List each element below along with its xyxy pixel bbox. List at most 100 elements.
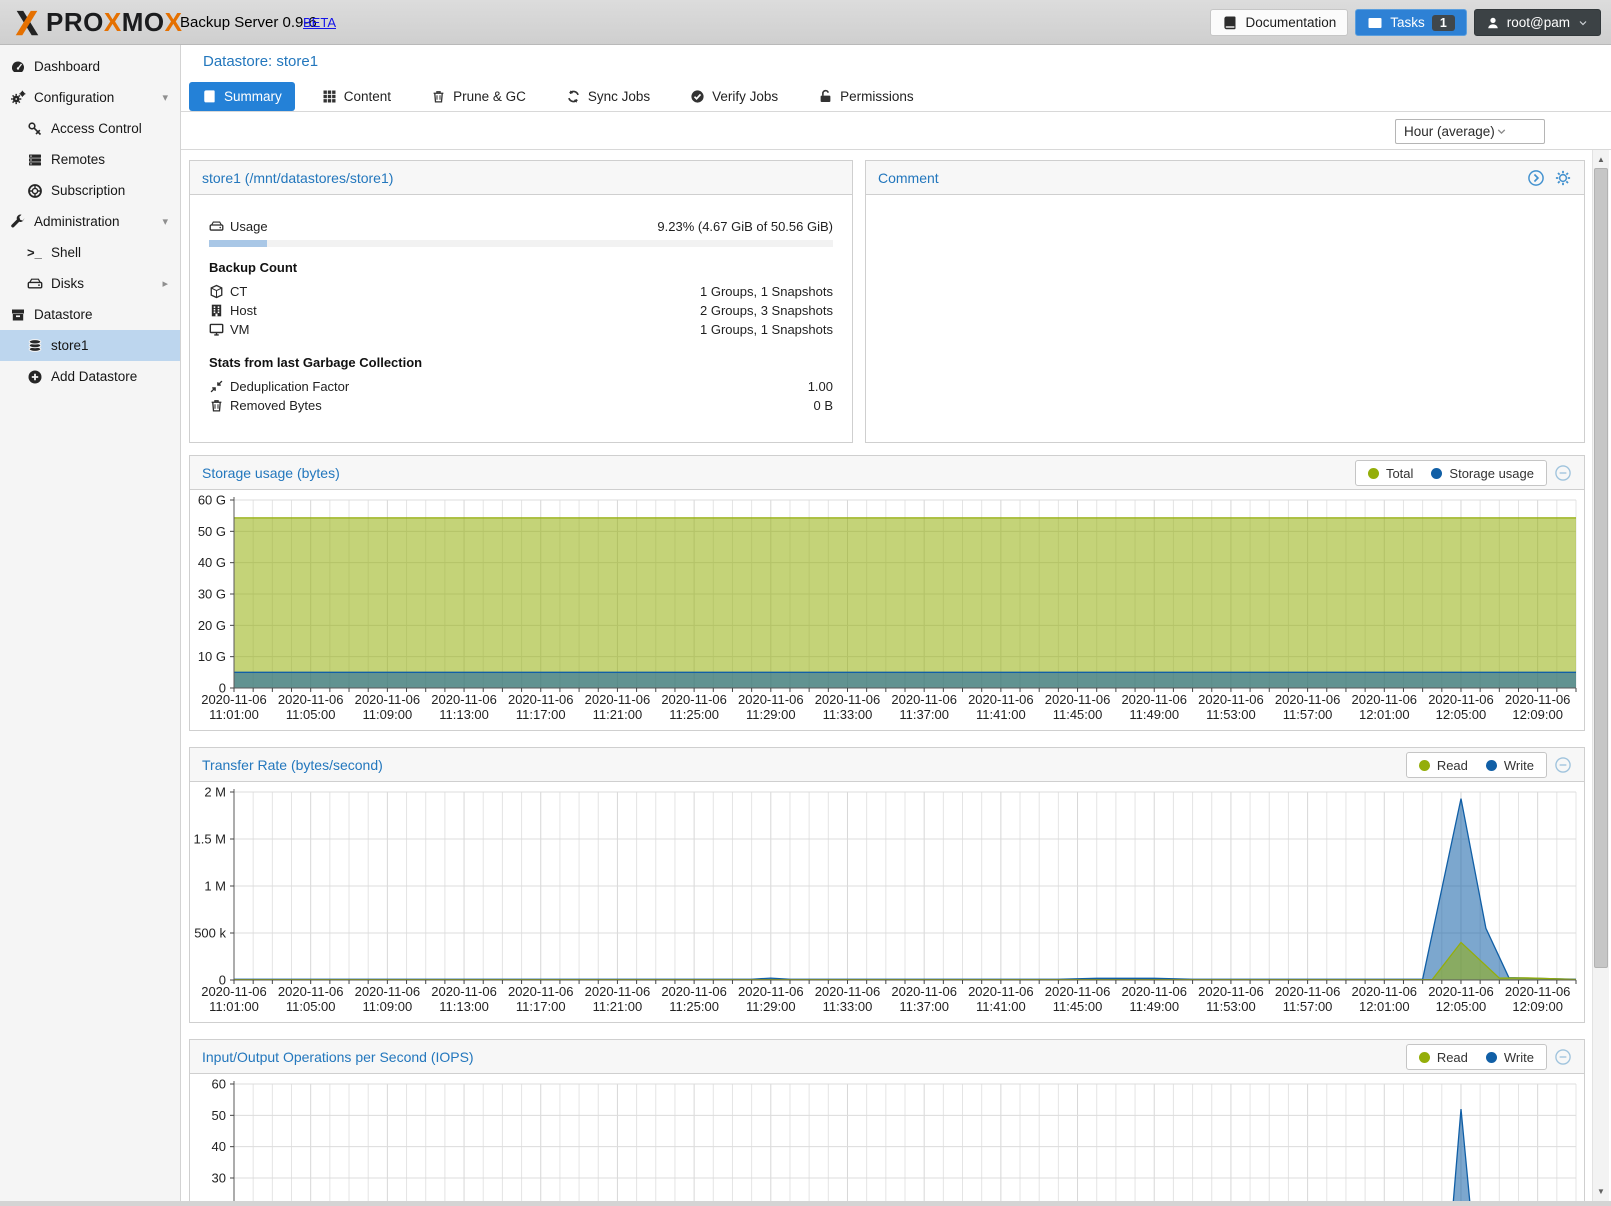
- time-range-select[interactable]: Hour (average): [1395, 119, 1545, 144]
- brand-text: PROXMOX: [46, 7, 182, 38]
- svg-text:2020-11-06: 2020-11-06: [1045, 692, 1111, 707]
- svg-text:11:25:00: 11:25:00: [669, 707, 719, 722]
- usage-label: Usage: [230, 219, 268, 234]
- svg-text:2020-11-06: 2020-11-06: [891, 692, 957, 707]
- svg-text:2020-11-06: 2020-11-06: [815, 984, 881, 999]
- svg-text:500 k: 500 k: [194, 926, 226, 941]
- collapse-chart-button[interactable]: [1554, 464, 1572, 482]
- svg-text:2020-11-06: 2020-11-06: [431, 692, 497, 707]
- tab-content[interactable]: Content: [309, 82, 404, 111]
- svg-text:11:53:00: 11:53:00: [1206, 707, 1256, 722]
- proxmox-logo: PROXMOX: [12, 7, 182, 38]
- legend-item-write[interactable]: Write: [1486, 758, 1534, 773]
- tasks-count-badge: 1: [1432, 15, 1455, 31]
- row-label: Deduplication Factor: [230, 379, 349, 394]
- minus-circle-icon: [1554, 1048, 1572, 1066]
- sidebar-item-access-control[interactable]: Access Control: [0, 113, 180, 144]
- hdd-icon: [209, 219, 224, 234]
- legend-item-read[interactable]: Read: [1419, 1050, 1468, 1065]
- transfer-chart-plot: 2020-11-0611:01:002020-11-0611:05:002020…: [190, 782, 1584, 1022]
- sidebar-item-label: Add Datastore: [51, 369, 137, 384]
- sidebar-item-dashboard[interactable]: Dashboard: [0, 51, 180, 82]
- documentation-button[interactable]: Documentation: [1210, 9, 1348, 36]
- sidebar-item-disks[interactable]: Disks▸: [0, 268, 180, 299]
- comment-settings-button[interactable]: [1554, 169, 1572, 187]
- row-label: CT: [230, 284, 247, 299]
- svg-text:11:41:00: 11:41:00: [976, 707, 1026, 722]
- backup-count-row-vm: VM1 Groups, 1 Snapshots: [209, 320, 833, 339]
- key-icon: [27, 121, 43, 137]
- sidebar-item-label: Dashboard: [34, 59, 100, 74]
- sidebar-item-remotes[interactable]: Remotes: [0, 144, 180, 175]
- svg-text:11:49:00: 11:49:00: [1129, 999, 1179, 1014]
- svg-text:2 M: 2 M: [204, 785, 226, 800]
- svg-text:11:13:00: 11:13:00: [439, 999, 489, 1014]
- sidebar-item-label: Configuration: [34, 90, 114, 105]
- scrollbar-down-arrow[interactable]: ▼: [1593, 1184, 1609, 1200]
- tab-prune-gc[interactable]: Prune & GC: [418, 82, 539, 111]
- usage-progress-fill: [209, 240, 267, 247]
- sidebar-item-add-datastore[interactable]: Add Datastore: [0, 361, 180, 392]
- tab-summary[interactable]: Summary: [189, 82, 295, 111]
- tab-permissions[interactable]: Permissions: [805, 82, 927, 111]
- row-value: 1.00: [808, 379, 833, 394]
- sidebar-item-subscription[interactable]: Subscription: [0, 175, 180, 206]
- collapse-chart-button[interactable]: [1554, 756, 1572, 774]
- legend-label: Storage usage: [1449, 466, 1534, 481]
- sidebar-item-datastore[interactable]: Datastore: [0, 299, 180, 330]
- tasks-button[interactable]: Tasks 1: [1355, 9, 1466, 36]
- legend-item-storage-usage[interactable]: Storage usage: [1431, 466, 1534, 481]
- grid-icon: [322, 89, 337, 104]
- chevron-circle-icon: [1527, 169, 1545, 187]
- tab-verify-jobs[interactable]: Verify Jobs: [677, 82, 791, 111]
- legend-item-read[interactable]: Read: [1419, 758, 1468, 773]
- chevron-down-icon: [1495, 125, 1508, 138]
- sidebar-item-administration[interactable]: Administration▾: [0, 206, 180, 237]
- trash-icon: [209, 398, 224, 413]
- svg-text:11:05:00: 11:05:00: [286, 999, 336, 1014]
- sidebar-item-label: Shell: [51, 245, 81, 260]
- svg-text:2020-11-06: 2020-11-06: [1198, 692, 1264, 707]
- vertical-scrollbar[interactable]: ▲ ▼: [1592, 150, 1609, 1206]
- scrollbar-up-arrow[interactable]: ▲: [1593, 152, 1609, 168]
- svg-text:2020-11-06: 2020-11-06: [508, 984, 574, 999]
- sidebar-item-store1[interactable]: store1: [0, 330, 180, 361]
- unlock-icon: [818, 89, 833, 104]
- comment-body[interactable]: [866, 195, 1584, 217]
- svg-text:11:09:00: 11:09:00: [363, 999, 413, 1014]
- svg-text:10 G: 10 G: [198, 649, 226, 664]
- backup-count-row-host: Host2 Groups, 3 Snapshots: [209, 301, 833, 320]
- top-bar: PROXMOX Backup Server 0.9-6 BETA Documen…: [0, 0, 1611, 45]
- minus-circle-icon: [1554, 756, 1572, 774]
- svg-text:2020-11-06: 2020-11-06: [1121, 692, 1187, 707]
- terminal-icon: >_: [27, 245, 43, 261]
- row-value: 2 Groups, 3 Snapshots: [700, 303, 833, 318]
- datastore-summary-header: store1 (/mnt/datastores/store1): [190, 161, 852, 195]
- beta-link[interactable]: BETA: [303, 15, 336, 30]
- scrollbar-thumb[interactable]: [1594, 168, 1608, 968]
- tab-bar: Summary Content Prune & GC Sync Jobs Verify …: [189, 82, 927, 112]
- svg-text:11:33:00: 11:33:00: [823, 999, 873, 1014]
- svg-text:50: 50: [212, 1108, 226, 1123]
- iops-chart-plot: 2020-11-0611:01:002020-11-0611:05:002020…: [190, 1074, 1584, 1206]
- legend-dot: [1368, 468, 1379, 479]
- legend-dot: [1419, 760, 1430, 771]
- user-menu-button[interactable]: root@pam: [1474, 9, 1601, 36]
- collapse-chart-button[interactable]: [1554, 1048, 1572, 1066]
- svg-text:11:41:00: 11:41:00: [976, 999, 1026, 1014]
- svg-text:2020-11-06: 2020-11-06: [738, 984, 804, 999]
- tachometer-icon: [10, 59, 26, 75]
- sidebar-item-shell[interactable]: >_ Shell: [0, 237, 180, 268]
- legend-item-write[interactable]: Write: [1486, 1050, 1534, 1065]
- svg-text:11:01:00: 11:01:00: [209, 707, 259, 722]
- building-icon: [209, 303, 224, 318]
- tab-sync-jobs[interactable]: Sync Jobs: [553, 82, 663, 111]
- svg-text:11:21:00: 11:21:00: [593, 707, 643, 722]
- svg-text:11:45:00: 11:45:00: [1053, 999, 1103, 1014]
- svg-text:11:17:00: 11:17:00: [516, 707, 566, 722]
- comment-expand-button[interactable]: [1527, 169, 1545, 187]
- iops-chart-panel: Input/Output Operations per Second (IOPS…: [189, 1039, 1585, 1206]
- svg-text:2020-11-06: 2020-11-06: [355, 984, 421, 999]
- legend-item-total[interactable]: Total: [1368, 466, 1413, 481]
- sidebar-item-configuration[interactable]: Configuration▾: [0, 82, 180, 113]
